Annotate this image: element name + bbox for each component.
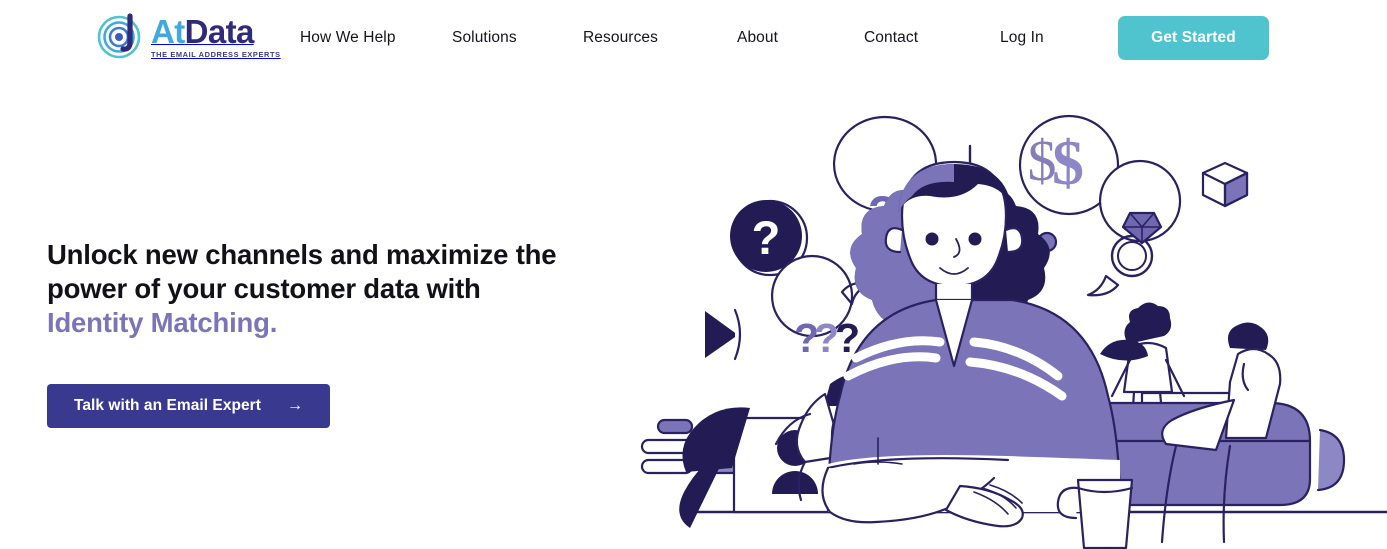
main-navigation: How We Help Solutions Resources About Co… bbox=[300, 0, 1044, 76]
nav-item-how-we-help[interactable]: How We Help bbox=[300, 29, 452, 47]
brand-name-data: Data bbox=[184, 13, 255, 50]
site-header: AtData THE EMAIL ADDRESS EXPERTS How We … bbox=[0, 0, 1387, 76]
brand-wordmark: AtData THE EMAIL ADDRESS EXPERTS bbox=[151, 12, 281, 60]
svg-text:$: $ bbox=[1052, 127, 1084, 198]
coffee-mug-icon bbox=[1056, 478, 1134, 549]
page-title: Unlock new channels and maximize the pow… bbox=[47, 238, 607, 340]
brand-name-at: At bbox=[151, 13, 185, 50]
hero-copy: Unlock new channels and maximize the pow… bbox=[47, 238, 607, 428]
central-woman-figure bbox=[821, 160, 1122, 528]
nav-item-log-in[interactable]: Log In bbox=[1000, 29, 1044, 47]
nav-item-solutions[interactable]: Solutions bbox=[452, 29, 583, 47]
headline-accent: Identity Matching. bbox=[47, 307, 278, 338]
headline-line-2: power of your customer data with bbox=[47, 273, 481, 304]
identity-matching-illustration: $ $ ? ? ? ? bbox=[630, 96, 1387, 549]
nav-item-resources[interactable]: Resources bbox=[583, 29, 737, 47]
at-spiral-icon bbox=[97, 12, 145, 60]
headline-line-1: Unlock new channels and maximize the bbox=[47, 239, 557, 270]
play-triangle-icon bbox=[705, 308, 742, 361]
svg-text:?: ? bbox=[752, 211, 781, 264]
talk-with-email-expert-button[interactable]: Talk with an Email Expert → bbox=[47, 384, 330, 428]
landing-page: AtData THE EMAIL ADDRESS EXPERTS How We … bbox=[0, 0, 1387, 549]
cube-icon bbox=[1201, 161, 1249, 208]
get-started-button[interactable]: Get Started bbox=[1118, 16, 1269, 60]
arrow-right-icon: → bbox=[286, 397, 304, 414]
svg-text:$: $ bbox=[1028, 128, 1057, 193]
brand-logo[interactable]: AtData THE EMAIL ADDRESS EXPERTS bbox=[97, 12, 281, 64]
cta-label: Talk with an Email Expert bbox=[73, 397, 261, 414]
nav-item-about[interactable]: About bbox=[737, 29, 864, 47]
brand-tagline: THE EMAIL ADDRESS EXPERTS bbox=[151, 50, 281, 59]
question-bubble-triple: ? ? ? bbox=[770, 254, 870, 361]
nav-item-contact[interactable]: Contact bbox=[864, 29, 1000, 47]
